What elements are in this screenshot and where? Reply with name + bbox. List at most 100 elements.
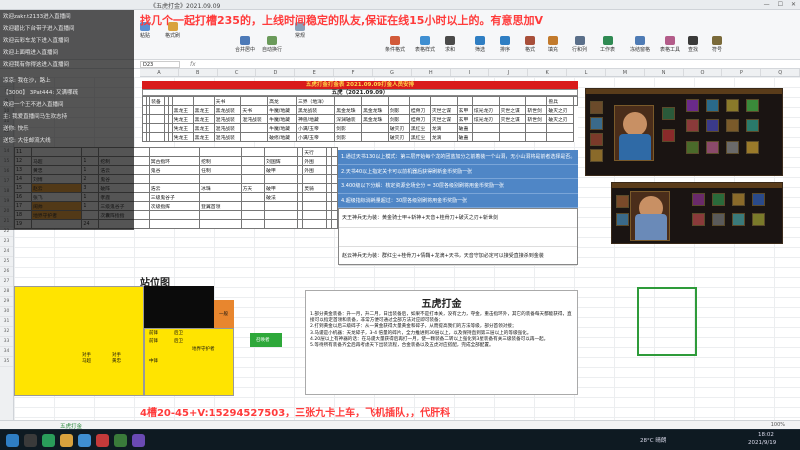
- roster-cell[interactable]: [264, 219, 298, 229]
- roster-cell[interactable]: [331, 210, 338, 220]
- roster-cell[interactable]: [240, 219, 266, 229]
- header-cell[interactable]: [408, 96, 431, 106]
- header-cell[interactable]: [387, 96, 410, 106]
- header-cell[interactable]: 天书: [213, 96, 242, 106]
- wechat-icon[interactable]: [42, 434, 55, 447]
- column-letter[interactable]: D: [256, 69, 296, 76]
- minimize-icon[interactable]: —: [764, 1, 770, 8]
- roster-cell[interactable]: 外围: [302, 165, 327, 175]
- roster-cell[interactable]: [302, 201, 327, 211]
- table-cell[interactable]: 黑龙战装: [295, 105, 336, 115]
- column-letter[interactable]: O: [684, 69, 723, 76]
- table-tools-button[interactable]: 表格工具: [660, 36, 680, 53]
- roster-cell[interactable]: [331, 156, 338, 166]
- roster-cell[interactable]: 登翼首领: [199, 201, 242, 211]
- table-cell[interactable]: 斩世剑: [525, 114, 548, 124]
- table-cell[interactable]: [525, 123, 548, 133]
- column-letter[interactable]: K: [528, 69, 568, 76]
- row-number[interactable]: 29: [0, 297, 13, 307]
- table-cell[interactable]: 黑金龙珠: [361, 105, 389, 115]
- column-letter[interactable]: F: [334, 69, 373, 76]
- table-style-button[interactable]: 表格样式: [415, 36, 435, 53]
- header-cell[interactable]: [240, 96, 269, 106]
- column-letter[interactable]: E: [295, 69, 335, 76]
- row-number[interactable]: 34: [0, 347, 13, 357]
- fx-icon[interactable]: fx: [190, 61, 196, 68]
- column-letter[interactable]: I: [451, 69, 490, 76]
- format-button[interactable]: 格式: [525, 36, 535, 53]
- table-cell[interactable]: 小满/玉帝: [295, 132, 336, 142]
- table-cell[interactable]: 破灭之刃: [546, 105, 575, 115]
- table-cell[interactable]: [546, 123, 575, 133]
- table-cell[interactable]: 玄甲: [456, 105, 473, 115]
- table-cell[interactable]: 凭龙王: [171, 132, 194, 142]
- roster-cell[interactable]: [148, 219, 201, 229]
- table-cell[interactable]: [361, 123, 389, 133]
- roster-cell[interactable]: 鬼谷: [148, 165, 201, 175]
- row-number[interactable]: 32: [0, 327, 13, 337]
- table-cell[interactable]: 龙滴: [429, 132, 458, 142]
- table-cell[interactable]: [498, 123, 527, 133]
- header-cell[interactable]: [471, 96, 500, 106]
- table-cell[interactable]: [240, 132, 269, 142]
- table-cell[interactable]: 深渊轴装: [334, 114, 363, 124]
- roster-cell[interactable]: [264, 210, 298, 220]
- roster-cell[interactable]: 方天: [240, 183, 266, 193]
- table-cell[interactable]: 黑红尘: [408, 123, 431, 133]
- table-cell[interactable]: 混沌战装: [240, 114, 269, 124]
- table-cell[interactable]: 混沌战装: [213, 123, 242, 133]
- symbol-button[interactable]: 符号: [712, 36, 722, 53]
- conditional-format-button[interactable]: 条件格式: [385, 36, 405, 53]
- table-cell[interactable]: 斩世剑: [525, 105, 548, 115]
- table-cell[interactable]: 黑龙王: [192, 114, 215, 124]
- sort-button[interactable]: 排序: [500, 36, 510, 53]
- roster-cell[interactable]: [148, 147, 201, 157]
- table-cell[interactable]: 黑龙王: [192, 123, 215, 133]
- table-cell[interactable]: 破灭刃: [387, 132, 410, 142]
- roster-cell[interactable]: [240, 165, 266, 175]
- header-cell[interactable]: 装备: [149, 96, 166, 106]
- column-letter[interactable]: B: [179, 69, 218, 76]
- header-cell[interactable]: [334, 96, 363, 106]
- roster-cell[interactable]: [331, 183, 338, 193]
- table-cell[interactable]: 破蛊: [456, 123, 473, 133]
- selected-range[interactable]: [637, 287, 697, 356]
- roster-cell[interactable]: 外围: [302, 156, 327, 166]
- roster-cell[interactable]: 冰珠: [199, 183, 242, 193]
- roster-cell[interactable]: [331, 201, 338, 211]
- roster-cell[interactable]: [148, 174, 201, 184]
- table-cell[interactable]: 牛魔/地藏: [267, 114, 297, 124]
- table-cell[interactable]: [149, 105, 166, 115]
- sum-button[interactable]: 求和: [445, 36, 455, 53]
- table-cell[interactable]: 凭龙王: [171, 114, 194, 124]
- close-icon[interactable]: ✕: [791, 1, 796, 8]
- clock-date[interactable]: 2021/9/19: [748, 440, 776, 446]
- header-cell[interactable]: [171, 96, 194, 106]
- roster-cell[interactable]: [199, 219, 242, 229]
- maximize-icon[interactable]: ☐: [778, 1, 783, 8]
- row-number[interactable]: 33: [0, 337, 13, 347]
- spreadsheet-icon[interactable]: [114, 434, 127, 447]
- table-cell[interactable]: [498, 132, 527, 142]
- header-cell[interactable]: 三界（地洋）: [295, 96, 336, 106]
- table-cell[interactable]: 破蛊: [456, 132, 473, 142]
- roster-cell[interactable]: [302, 219, 327, 229]
- roster-cell[interactable]: [331, 147, 338, 157]
- table-cell[interactable]: 黑金龙珠: [334, 105, 363, 115]
- freeze-pane-button[interactable]: 冻结窗格: [630, 36, 650, 53]
- folder-icon[interactable]: [60, 434, 73, 447]
- row-number[interactable]: 24: [0, 247, 13, 257]
- header-cell[interactable]: [525, 96, 548, 106]
- table-cell[interactable]: 黑红尘: [408, 132, 431, 142]
- table-cell[interactable]: [471, 123, 500, 133]
- table-cell[interactable]: [361, 132, 389, 142]
- roster-cell[interactable]: [331, 174, 338, 184]
- roster-cell[interactable]: [264, 174, 298, 184]
- roster-cell[interactable]: [199, 210, 242, 220]
- worksheet-button[interactable]: 工作表: [600, 36, 615, 53]
- column-letter[interactable]: H: [412, 69, 451, 76]
- roster-cell[interactable]: 灵骑: [302, 183, 327, 193]
- table-cell[interactable]: [149, 114, 166, 124]
- wrap-text-button[interactable]: 自动换行: [262, 36, 282, 53]
- app-icon[interactable]: [96, 434, 109, 447]
